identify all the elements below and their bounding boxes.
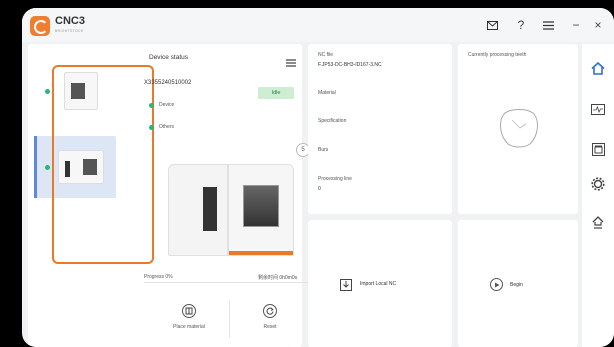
device-status-title: Device status <box>149 54 189 61</box>
others-label: Others <box>159 124 175 130</box>
online-indicator <box>45 89 50 94</box>
menu-icon[interactable] <box>540 17 556 33</box>
status-badge: Idle <box>258 87 294 99</box>
nc-file-value: F.JP53-DC-BH3-ID167-3.NC <box>318 62 382 68</box>
right-sidebar <box>582 44 614 347</box>
app-title: CNC3 <box>55 15 85 27</box>
reset-label: Reset <box>263 324 277 330</box>
material-label: Material <box>318 90 336 96</box>
online-indicator <box>45 165 50 170</box>
app-subtitle: BRIGHTSTOCK <box>55 29 84 33</box>
begin-button[interactable]: Begin <box>458 220 578 347</box>
titlebar: CNC3 BRIGHTSTOCK ? − × <box>22 8 614 42</box>
mail-icon[interactable] <box>484 17 500 33</box>
remaining-time: 剩余时间 0h0m0s <box>258 275 298 281</box>
place-material-icon <box>182 304 196 318</box>
import-label: Import Local NC <box>360 281 397 287</box>
reset-icon <box>263 304 277 318</box>
device-serial: X3355240510002 <box>144 80 192 86</box>
place-material-button[interactable]: Place material <box>162 304 216 330</box>
upload-icon[interactable] <box>590 214 606 230</box>
others-status-dot <box>149 125 154 130</box>
nc-file-panel: NC file F.JP53-DC-BH3-ID167-3.NC Materia… <box>308 44 452 214</box>
machine-image <box>168 164 294 256</box>
place-material-label: Place material <box>173 324 205 330</box>
app-window: CNC3 BRIGHTSTOCK ? − × Device status X33 <box>22 8 614 347</box>
progress-text: Progress 0% <box>144 274 173 280</box>
divider <box>229 300 230 338</box>
nc-file-label: NC file <box>318 52 334 58</box>
gallery-icon[interactable] <box>590 141 606 157</box>
teeth-panel: Currently processing teeth <box>458 44 578 214</box>
import-icon <box>340 278 352 296</box>
minimize-icon[interactable]: − <box>568 17 584 33</box>
burs-label: Burs <box>318 147 329 153</box>
play-icon <box>490 278 503 291</box>
list-icon[interactable] <box>286 54 296 72</box>
home-icon[interactable] <box>590 60 606 76</box>
device-status-dot <box>149 103 154 108</box>
progress-bar <box>144 282 312 283</box>
help-icon[interactable]: ? <box>513 17 529 33</box>
tooth-outline-icon <box>496 106 542 155</box>
thumbnail-highlight-frame <box>52 65 154 264</box>
cnc-logo-icon <box>30 16 50 36</box>
teeth-label: Currently processing teeth <box>468 52 527 58</box>
begin-label: Begin <box>510 282 523 288</box>
processing-line-value: 0 <box>318 186 321 192</box>
close-icon[interactable]: × <box>590 17 606 33</box>
reset-button[interactable]: Reset <box>252 304 288 330</box>
specification-label: Specification <box>318 118 347 124</box>
settings-icon[interactable] <box>590 176 606 192</box>
import-local-nc-button[interactable]: Import Local NC <box>308 220 452 347</box>
monitor-icon[interactable] <box>590 101 606 117</box>
device-label: Device <box>159 102 175 108</box>
processing-line-label: Processing line <box>318 176 352 182</box>
